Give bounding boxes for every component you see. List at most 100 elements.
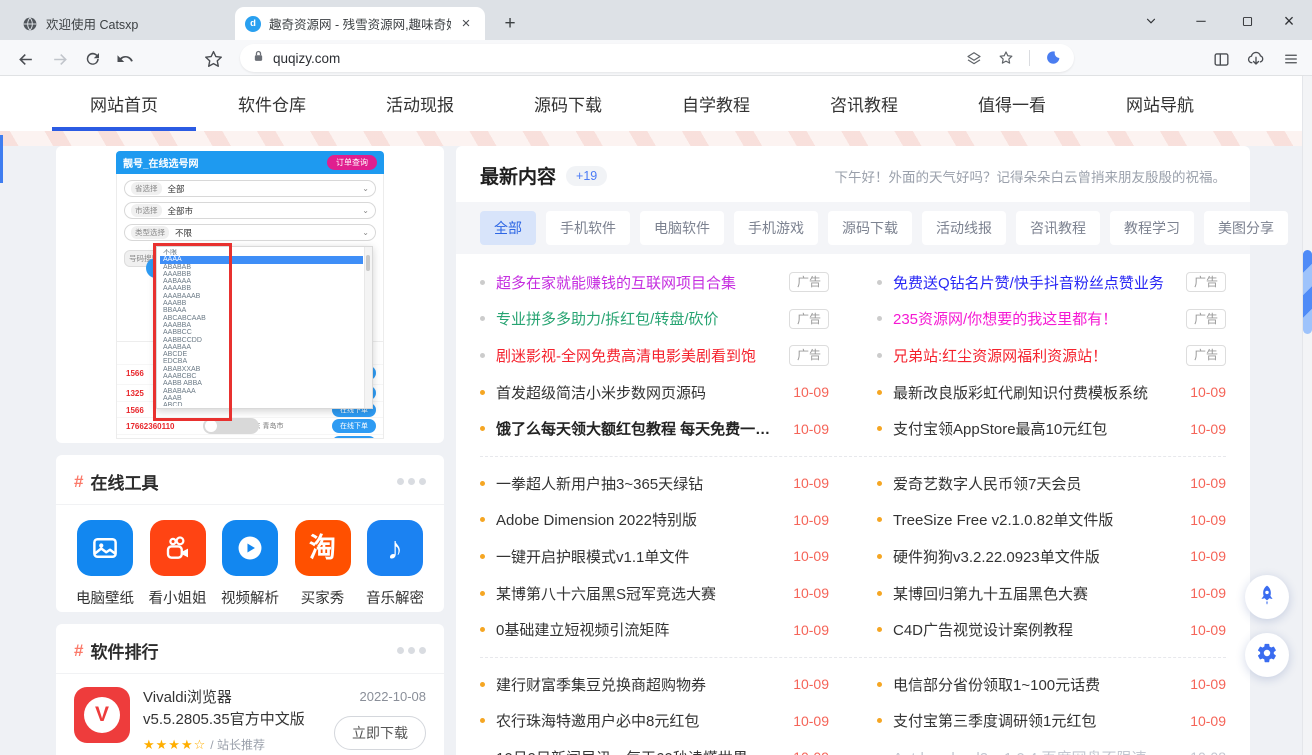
close-tab-icon[interactable]: × bbox=[457, 15, 475, 33]
nav-item-0[interactable]: 网站首页 bbox=[90, 76, 158, 131]
news-item-title[interactable]: 专业拼多多助力/拆红包/转盘/砍价 bbox=[496, 308, 777, 329]
item-date: 10-09 bbox=[793, 384, 829, 400]
news-item-title[interactable]: 硬件狗狗v3.2.22.0923单文件版 bbox=[893, 546, 1178, 567]
news-item-title[interactable]: 一拳超人新用户抽3~365天绿钻 bbox=[496, 473, 781, 494]
filter-tab-3[interactable]: 手机游戏 bbox=[734, 211, 818, 245]
more-dots-icon[interactable] bbox=[397, 647, 426, 654]
browser-toolbar: quqizy.com bbox=[0, 40, 1312, 76]
news-item-title[interactable]: 兄弟站:红尘资源网福利资源站！ bbox=[893, 345, 1174, 366]
page-scrollbar[interactable] bbox=[1302, 76, 1312, 755]
reader-layers-icon[interactable] bbox=[965, 49, 983, 67]
nav-item-4[interactable]: 自学教程 bbox=[682, 76, 750, 131]
tool-2[interactable]: 视频解析 bbox=[217, 520, 283, 608]
filter-tab-6[interactable]: 咨讯教程 bbox=[1016, 211, 1100, 245]
address-bar[interactable]: quqizy.com bbox=[240, 44, 1074, 72]
news-item: 免费送Q钻名片赞/快手抖音粉丝点赞业务广告 bbox=[877, 264, 1226, 301]
back-to-top-button[interactable] bbox=[1245, 575, 1289, 619]
filter-tab-4[interactable]: 源码下载 bbox=[828, 211, 912, 245]
news-item-title[interactable]: 建行财富季集豆兑换商超购物券 bbox=[496, 674, 781, 695]
more-dots-icon[interactable] bbox=[397, 478, 426, 485]
item-bullet bbox=[877, 426, 882, 431]
ranking-item-vivaldi[interactable]: V Vivaldi浏览器 v5.5.2805.35官方中文版 ★★★★☆/ 站长… bbox=[56, 674, 444, 753]
software-name[interactable]: Vivaldi浏览器 bbox=[143, 687, 321, 709]
url-text[interactable]: quqizy.com bbox=[273, 51, 951, 66]
field-label: 市选择 bbox=[131, 204, 162, 217]
back-icon[interactable] bbox=[12, 46, 38, 72]
news-item-title[interactable]: 首发超级简洁小米步数网页源码 bbox=[496, 382, 781, 403]
news-item-title[interactable]: Antdownload2_v1.0.4 百度网盘不限速 bbox=[893, 747, 1178, 755]
split-view-icon[interactable] bbox=[1208, 46, 1234, 72]
filter-tab-5[interactable]: 活动线报 bbox=[922, 211, 1006, 245]
main-header: 最新内容 +19 下午好！外面的天气好吗？记得朵朵白云曾捎来朋友殷殷的祝福。 bbox=[456, 146, 1250, 202]
news-item-title[interactable]: 电信部分省份领取1~100元话费 bbox=[893, 674, 1178, 695]
filter-tab-2[interactable]: 电脑软件 bbox=[640, 211, 724, 245]
news-item-title[interactable]: 10月9日新闻早讯，每天60秒读懂世界 bbox=[496, 747, 781, 755]
order-online-button[interactable]: 在线下单 bbox=[332, 436, 376, 438]
news-item: 硬件狗狗v3.2.22.0923单文件版10-09 bbox=[877, 538, 1226, 575]
item-bullet bbox=[480, 353, 485, 358]
news-item-title[interactable]: 饿了么每天领大额红包教程 每天免费一顿饭 bbox=[496, 418, 781, 439]
download-icon[interactable] bbox=[1243, 46, 1269, 72]
menu-icon[interactable] bbox=[1278, 46, 1304, 72]
tool-1[interactable]: 看小姐姐 bbox=[145, 520, 211, 608]
reload-icon[interactable] bbox=[80, 46, 106, 72]
news-item-title[interactable]: 235资源网/你想要的我这里都有！ bbox=[893, 308, 1174, 329]
ad-badge: 广告 bbox=[789, 272, 829, 292]
news-item: 专业拼多多助力/拆红包/转盘/砍价广告 bbox=[480, 301, 829, 338]
news-item-title[interactable]: 最新改良版彩虹代刷知识付费模板系统 bbox=[893, 382, 1178, 403]
news-item-title[interactable]: 某博回归第九十五届黑色大赛 bbox=[893, 583, 1178, 604]
undo-icon[interactable] bbox=[112, 46, 138, 72]
news-item-title[interactable]: 剧迷影视-全网免费高清电影美剧看到饱 bbox=[496, 345, 777, 366]
home-star-icon[interactable] bbox=[200, 46, 226, 72]
filter-tab-1[interactable]: 手机软件 bbox=[546, 211, 630, 245]
filter-tab-7[interactable]: 教程学习 bbox=[1110, 211, 1194, 245]
edge-floating-tab[interactable] bbox=[0, 135, 3, 183]
tab-welcome[interactable]: 欢迎使用 Catsxp bbox=[12, 7, 227, 40]
news-item-title[interactable]: 一键开启护眼模式v1.1单文件 bbox=[496, 546, 781, 567]
news-item-title[interactable]: 农行珠海特邀用户必中8元红包 bbox=[496, 710, 781, 731]
news-item-title[interactable]: TreeSize Free v2.1.0.82单文件版 bbox=[893, 509, 1178, 530]
nav-item-6[interactable]: 值得一看 bbox=[978, 76, 1046, 131]
settings-button[interactable] bbox=[1245, 633, 1289, 677]
nav-item-3[interactable]: 源码下载 bbox=[534, 76, 602, 131]
news-item: 支付宝第三季度调研领1元红包10-09 bbox=[877, 703, 1226, 740]
close-window-button[interactable]: × bbox=[1272, 8, 1306, 34]
news-item-title[interactable]: 某博第八十六届黑S冠军竞选大赛 bbox=[496, 583, 781, 604]
news-item-title[interactable]: 支付宝领AppStore最高10元红包 bbox=[893, 418, 1178, 439]
news-item-title[interactable]: 免费送Q钻名片赞/快手抖音粉丝点赞业务 bbox=[893, 272, 1174, 293]
download-now-button[interactable]: 立即下载 bbox=[334, 716, 426, 750]
news-item-title[interactable]: 超多在家就能赚钱的互联网项目合集 bbox=[496, 272, 777, 293]
news-item-title[interactable]: Adobe Dimension 2022特别版 bbox=[496, 509, 781, 530]
tool-0[interactable]: 电脑壁纸 bbox=[72, 520, 138, 608]
tab-search-chevron-icon[interactable] bbox=[1134, 8, 1168, 34]
new-tab-button[interactable]: + bbox=[497, 11, 523, 37]
minimize-button[interactable] bbox=[1184, 8, 1218, 34]
nav-item-7[interactable]: 网站导航 bbox=[1126, 76, 1194, 131]
forward-icon[interactable] bbox=[47, 46, 73, 72]
maximize-button[interactable] bbox=[1230, 8, 1264, 34]
nav-item-1[interactable]: 软件仓库 bbox=[238, 76, 306, 131]
scrollbar-thumb[interactable] bbox=[1303, 250, 1312, 334]
tab-quqizy[interactable]: d 趣奇资源网 - 残雪资源网,趣味奇妙 × bbox=[235, 7, 485, 40]
news-item-title[interactable]: 支付宝第三季度调研领1元红包 bbox=[893, 710, 1178, 731]
item-bullet bbox=[480, 316, 485, 321]
filter-tab-8[interactable]: 美图分享 bbox=[1204, 211, 1288, 245]
card-header: # 在线工具 bbox=[56, 455, 444, 505]
nav-item-5[interactable]: 咨讯教程 bbox=[830, 76, 898, 131]
news-item-title[interactable]: C4D广告视觉设计案例教程 bbox=[893, 619, 1178, 640]
number-picker-ad-image[interactable]: 靓号_在线选号网 订单查询 省选择 全部 ⌄ 市选择 全部市 ⌄ 类型选择 不限… bbox=[56, 146, 444, 443]
filter-tab-0[interactable]: 全部 bbox=[480, 211, 536, 245]
order-online-button[interactable]: 在线下单 bbox=[332, 419, 376, 433]
news-item-title[interactable]: 0基础建立短视频引流矩阵 bbox=[496, 619, 781, 640]
red-annotation-box bbox=[153, 243, 232, 421]
tool-3[interactable]: 淘买家秀 bbox=[290, 520, 356, 608]
bookmark-star-icon[interactable] bbox=[997, 49, 1015, 67]
nav-item-2[interactable]: 活动现报 bbox=[386, 76, 454, 131]
tool-4[interactable]: ♪音乐解密 bbox=[362, 520, 428, 608]
dark-mode-moon-icon[interactable] bbox=[1044, 49, 1062, 67]
news-item-title[interactable]: 爱奇艺数字人民币领7天会员 bbox=[893, 473, 1178, 494]
item-bullet bbox=[877, 627, 882, 632]
software-version[interactable]: v5.5.2805.35官方中文版 bbox=[143, 709, 321, 731]
item-bullet bbox=[480, 280, 485, 285]
item-date: 10-09 bbox=[793, 475, 829, 491]
